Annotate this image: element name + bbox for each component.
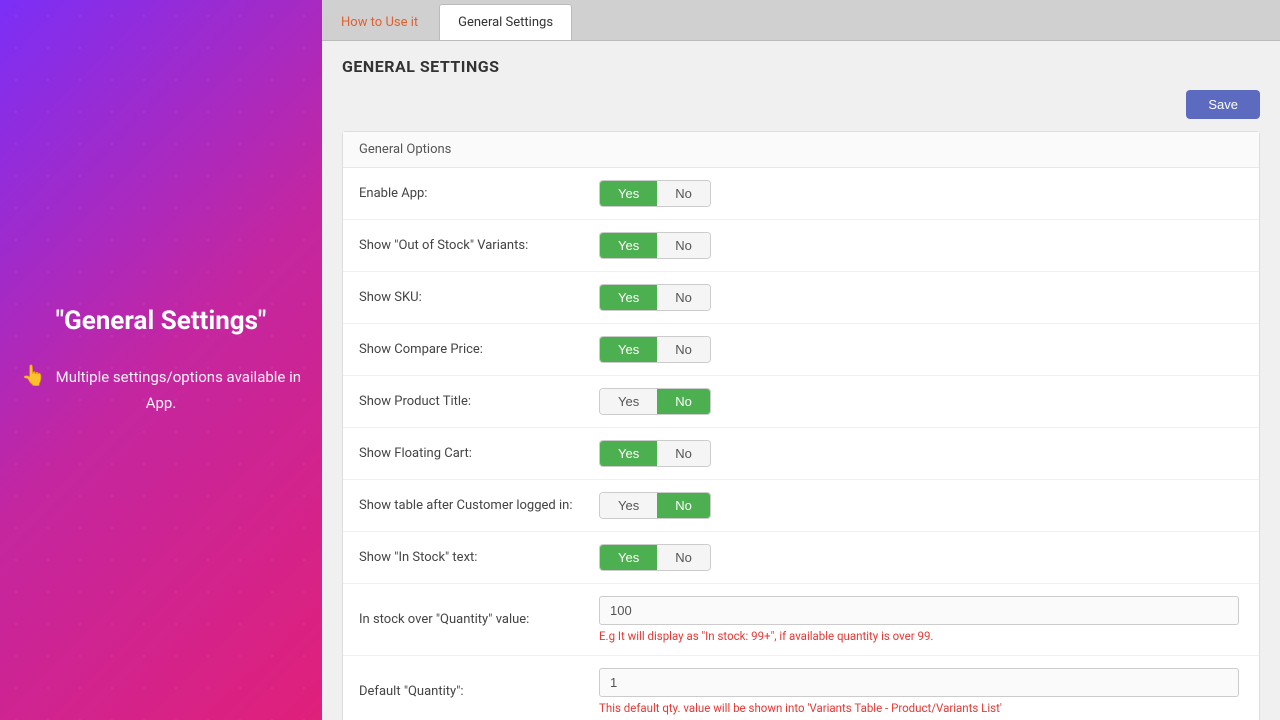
toggle-yes-show-in-stock-text[interactable]: Yes: [600, 545, 657, 570]
setting-row-show-sku: Show SKU:YesNo: [343, 272, 1259, 324]
setting-label-show-product-title: Show Product Title:: [359, 394, 599, 409]
toggle-group-show-table-after-login: YesNo: [599, 492, 711, 519]
toggle-group-show-compare-price: YesNo: [599, 336, 711, 363]
text-input-in-stock-quantity[interactable]: [599, 596, 1239, 625]
setting-row-show-out-of-stock: Show "Out of Stock" Variants:YesNo: [343, 220, 1259, 272]
toggle-yes-show-compare-price[interactable]: Yes: [600, 337, 657, 362]
setting-control-show-table-after-login: YesNo: [599, 492, 1243, 519]
setting-label-show-sku: Show SKU:: [359, 290, 599, 305]
setting-row-enable-app: Enable App:YesNo: [343, 168, 1259, 220]
tab-how-to-use[interactable]: How to Use it: [322, 4, 437, 40]
point-icon: 👆: [21, 363, 46, 387]
content-area: GENERAL SETTINGS Save General Options En…: [322, 41, 1280, 720]
toggle-yes-show-table-after-login[interactable]: Yes: [600, 493, 657, 518]
settings-card: General Options Enable App:YesNoShow "Ou…: [342, 131, 1260, 720]
sidebar-title: "General Settings": [20, 305, 302, 339]
sidebar-description: 👆 Multiple settings/options available in…: [20, 359, 302, 415]
setting-row-show-product-title: Show Product Title:YesNo: [343, 376, 1259, 428]
text-input-default-quantity[interactable]: [599, 668, 1239, 697]
setting-row-in-stock-quantity: In stock over "Quantity" value:E.g It wi…: [343, 584, 1259, 656]
toggle-no-show-compare-price[interactable]: No: [657, 337, 710, 362]
page-title: GENERAL SETTINGS: [342, 57, 1260, 76]
toggle-group-show-in-stock-text: YesNo: [599, 544, 711, 571]
toggle-yes-show-out-of-stock[interactable]: Yes: [600, 233, 657, 258]
setting-label-show-compare-price: Show Compare Price:: [359, 342, 599, 357]
toggle-yes-enable-app[interactable]: Yes: [600, 181, 657, 206]
toggle-no-show-in-stock-text[interactable]: No: [657, 545, 710, 570]
setting-label-show-out-of-stock: Show "Out of Stock" Variants:: [359, 238, 599, 253]
toggle-group-show-out-of-stock: YesNo: [599, 232, 711, 259]
setting-control-show-sku: YesNo: [599, 284, 1243, 311]
setting-control-default-quantity: This default qty. value will be shown in…: [599, 668, 1243, 715]
toggle-no-show-out-of-stock[interactable]: No: [657, 233, 710, 258]
hint-in-stock-quantity: E.g It will display as "In stock: 99+", …: [599, 629, 1243, 643]
text-block-in-stock-quantity: E.g It will display as "In stock: 99+", …: [599, 596, 1243, 643]
setting-label-enable-app: Enable App:: [359, 186, 599, 201]
setting-control-show-product-title: YesNo: [599, 388, 1243, 415]
toggle-group-show-product-title: YesNo: [599, 388, 711, 415]
setting-row-show-compare-price: Show Compare Price:YesNo: [343, 324, 1259, 376]
text-block-default-quantity: This default qty. value will be shown in…: [599, 668, 1243, 715]
toggle-group-enable-app: YesNo: [599, 180, 711, 207]
main-panel: How to Use it General Settings GENERAL S…: [322, 0, 1280, 720]
toggle-yes-show-floating-cart[interactable]: Yes: [600, 441, 657, 466]
toggle-no-show-sku[interactable]: No: [657, 285, 710, 310]
toggle-group-show-sku: YesNo: [599, 284, 711, 311]
setting-label-default-quantity: Default "Quantity":: [359, 684, 599, 699]
setting-control-show-out-of-stock: YesNo: [599, 232, 1243, 259]
tab-bar: How to Use it General Settings: [322, 0, 1280, 41]
toggle-group-show-floating-cart: YesNo: [599, 440, 711, 467]
sidebar: "General Settings" 👆 Multiple settings/o…: [0, 0, 322, 720]
toggle-no-show-table-after-login[interactable]: No: [657, 493, 710, 518]
setting-row-default-quantity: Default "Quantity":This default qty. val…: [343, 656, 1259, 720]
setting-control-show-floating-cart: YesNo: [599, 440, 1243, 467]
hint-default-quantity: This default qty. value will be shown in…: [599, 701, 1243, 715]
save-button[interactable]: Save: [1186, 90, 1260, 119]
settings-list: Enable App:YesNoShow "Out of Stock" Vari…: [343, 168, 1259, 720]
setting-label-show-floating-cart: Show Floating Cart:: [359, 446, 599, 461]
toolbar: Save: [342, 90, 1260, 119]
setting-row-show-table-after-login: Show table after Customer logged in:YesN…: [343, 480, 1259, 532]
toggle-yes-show-sku[interactable]: Yes: [600, 285, 657, 310]
toggle-no-enable-app[interactable]: No: [657, 181, 710, 206]
toggle-yes-show-product-title[interactable]: Yes: [600, 389, 657, 414]
tab-general-settings[interactable]: General Settings: [439, 4, 572, 40]
setting-label-in-stock-quantity: In stock over "Quantity" value:: [359, 612, 599, 627]
setting-row-show-floating-cart: Show Floating Cart:YesNo: [343, 428, 1259, 480]
setting-control-show-compare-price: YesNo: [599, 336, 1243, 363]
setting-label-show-table-after-login: Show table after Customer logged in:: [359, 498, 599, 513]
toggle-no-show-floating-cart[interactable]: No: [657, 441, 710, 466]
toggle-no-show-product-title[interactable]: No: [657, 389, 710, 414]
setting-control-in-stock-quantity: E.g It will display as "In stock: 99+", …: [599, 596, 1243, 643]
setting-control-show-in-stock-text: YesNo: [599, 544, 1243, 571]
setting-label-show-in-stock-text: Show "In Stock" text:: [359, 550, 599, 565]
sidebar-desc-text: Multiple settings/options available in A…: [56, 368, 301, 412]
setting-control-enable-app: YesNo: [599, 180, 1243, 207]
setting-row-show-in-stock-text: Show "In Stock" text:YesNo: [343, 532, 1259, 584]
card-header: General Options: [343, 132, 1259, 168]
